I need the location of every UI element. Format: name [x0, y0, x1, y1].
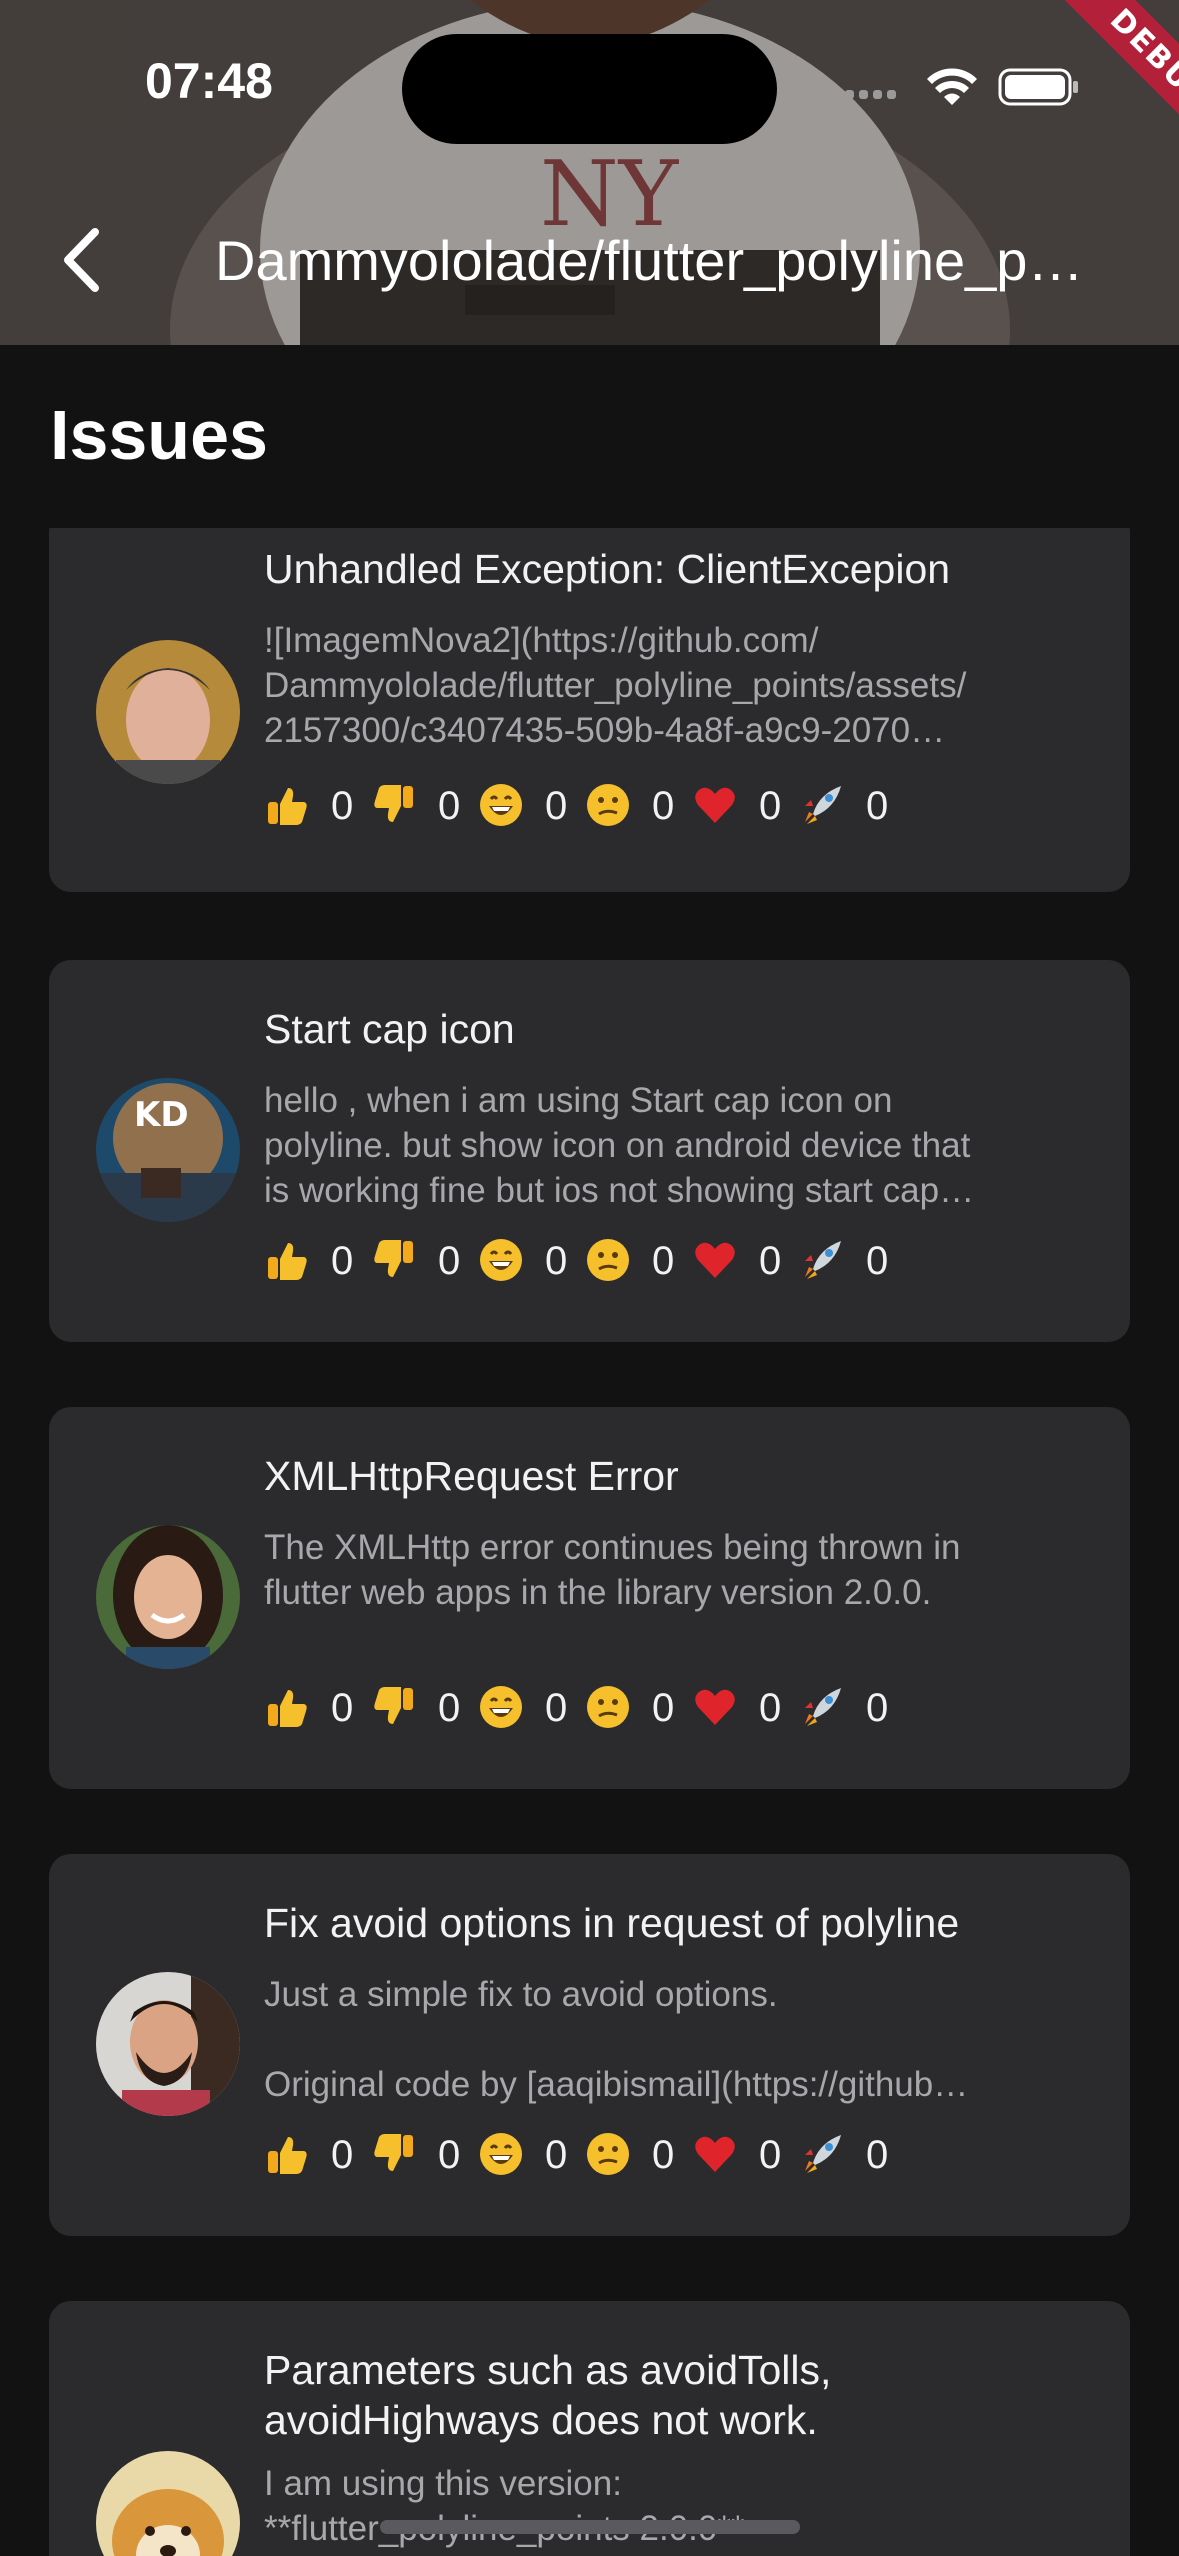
thumbs-up-icon [268, 2137, 307, 2174]
reaction-count: 0 [545, 1239, 568, 1283]
heart-icon [695, 1242, 735, 1278]
reaction-count: 0 [652, 1239, 675, 1283]
reaction-count: 0 [331, 2133, 354, 2177]
reaction-count: 0 [759, 784, 782, 828]
issue-card[interactable]: XMLHttpRequest Error The XMLHttp error c… [49, 1407, 1130, 1789]
avatar [96, 1972, 240, 2116]
reaction-count: 0 [438, 1239, 461, 1283]
thumbs-up-icon [268, 1243, 307, 1280]
heart-icon [695, 787, 735, 823]
reactions-row: 0 0 0 0 0 0 [264, 2129, 1124, 2181]
issue-card[interactable]: Fix avoid options in request of polyline… [49, 1854, 1130, 2236]
reactions-row: 0 0 0 0 0 0 [264, 1235, 1124, 1287]
heart-icon [695, 2136, 735, 2172]
debug-banner-label: DEBUG [1061, 0, 1179, 159]
thumbs-down-icon [374, 1687, 413, 1724]
back-button[interactable] [50, 220, 120, 300]
reactions-row: 0 0 0 0 0 0 [264, 780, 1124, 832]
heart-icon [695, 1689, 735, 1725]
laugh-face-icon [480, 1686, 522, 1728]
rocket-icon [805, 1241, 841, 1279]
avatar-image [96, 640, 240, 784]
section-title: Issues [50, 396, 268, 474]
issue-card[interactable]: Parameters such as avoidTolls, avoidHigh… [49, 2301, 1130, 2556]
reaction-count: 0 [652, 784, 675, 828]
thumbs-down-icon [374, 2134, 413, 2171]
thumbs-up-icon [268, 788, 307, 825]
reaction-count: 0 [438, 1686, 461, 1730]
reaction-count: 0 [652, 2133, 675, 2177]
issue-body: Just a simple fix to avoid options. Orig… [264, 1975, 969, 2104]
reaction-count: 0 [866, 1686, 889, 1730]
reaction-count: 0 [438, 2133, 461, 2177]
debug-banner: DEBUG [1020, 0, 1179, 159]
thumbs-up-icon [268, 1690, 307, 1727]
reaction-count: 0 [545, 1686, 568, 1730]
avatar [96, 2451, 240, 2556]
issue-title: XMLHttpRequest Error [264, 1453, 679, 1499]
app-header: NY 07:48 DEBUG Dammyololade/flutter_poly… [0, 0, 1179, 345]
issue-title: Start cap icon [264, 1006, 515, 1052]
confused-face-icon [587, 1686, 629, 1728]
confused-face-icon [587, 1239, 629, 1281]
rocket-icon [805, 786, 841, 824]
avatar-image [96, 2451, 240, 2556]
reaction-count: 0 [652, 1686, 675, 1730]
issue-card[interactable]: Unhandled Exception: ClientExcepion ![Im… [49, 528, 1130, 892]
issue-body: ![ImagemNova2](https://github.com/ Dammy… [264, 621, 967, 750]
avatar-image [96, 1525, 240, 1669]
issue-body: The XMLHttp error continues being thrown… [264, 1528, 961, 1612]
laugh-face-icon [480, 1239, 522, 1281]
rocket-icon [805, 1688, 841, 1726]
reaction-count: 0 [331, 1686, 354, 1730]
rocket-icon [805, 2135, 841, 2173]
reaction-count: 0 [759, 1239, 782, 1283]
issue-title: Fix avoid options in request of polyline [264, 1900, 960, 1946]
reaction-count: 0 [331, 784, 354, 828]
avatar: KD [96, 1078, 240, 1222]
laugh-face-icon [480, 784, 522, 826]
reaction-count: 0 [866, 784, 889, 828]
reaction-count: 0 [759, 2133, 782, 2177]
avatar-image: KD [96, 1078, 240, 1222]
reaction-count: 0 [545, 2133, 568, 2177]
reaction-count: 0 [331, 1239, 354, 1283]
reaction-count: 0 [866, 2133, 889, 2177]
avatar-image [96, 1972, 240, 2116]
issue-card[interactable]: KD Start cap icon hello , when i am usin… [49, 960, 1130, 1342]
confused-face-icon [587, 784, 629, 826]
reaction-count: 0 [545, 784, 568, 828]
cellular-signal-icon [845, 90, 896, 99]
issue-title: Unhandled Exception: ClientExcepion [264, 546, 951, 592]
thumbs-down-icon [374, 785, 413, 822]
repo-title: Dammyololade/flutter_polyline_p… [215, 229, 1084, 292]
chevron-left-icon [64, 228, 99, 292]
issue-title: Parameters such as avoidTolls, avoidHigh… [264, 2347, 832, 2443]
laugh-face-icon [480, 2133, 522, 2175]
home-indicator[interactable] [380, 2520, 800, 2534]
svg-text:KD: KD [134, 1095, 189, 1135]
issues-list[interactable]: Unhandled Exception: ClientExcepion ![Im… [0, 528, 1179, 2556]
thumbs-down-icon [374, 1240, 413, 1277]
reaction-count: 0 [438, 784, 461, 828]
avatar [96, 1525, 240, 1669]
reactions-row: 0 0 0 0 0 0 [264, 1682, 1124, 1734]
issue-body: hello , when i am using Start cap icon o… [264, 1081, 975, 1210]
confused-face-icon [587, 2133, 629, 2175]
wifi-icon [927, 68, 977, 105]
issue-body: I am using this version: **flutter_polyl… [264, 2464, 745, 2548]
reaction-count: 0 [866, 1239, 889, 1283]
status-bar-time: 07:48 [145, 53, 273, 109]
reaction-count: 0 [759, 1686, 782, 1730]
dynamic-island [402, 34, 777, 144]
avatar [96, 640, 240, 784]
